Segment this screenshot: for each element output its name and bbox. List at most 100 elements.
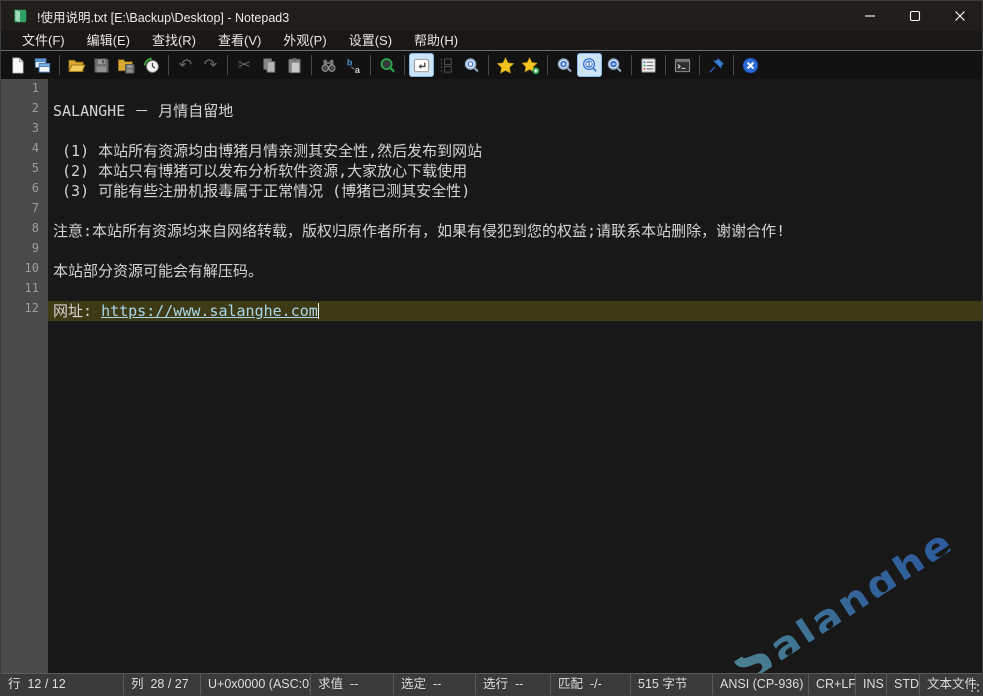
cut-scissors-icon: ✂: [238, 57, 251, 73]
text-line[interactable]: (3) 可能有些注册机报毒属于正常情况 (博猪已测其安全性): [48, 181, 982, 201]
line-number: 2: [1, 101, 48, 121]
window-controls: [847, 1, 982, 31]
text-line[interactable]: [48, 241, 982, 261]
text-line[interactable]: 注意:本站所有资源均来自网络转载，版权归原作者所有，如果有侵犯到您的权益;请联系…: [48, 221, 982, 241]
open-console-button[interactable]: [670, 53, 695, 77]
find-button[interactable]: [316, 53, 341, 77]
status-encoding[interactable]: ANSI (CP-936): [713, 674, 809, 695]
replace-button[interactable]: b a: [341, 53, 366, 77]
salanghe-watermark: Salanghe: [731, 526, 957, 673]
resize-grip[interactable]: [971, 684, 980, 693]
undo-button[interactable]: ↶: [173, 53, 198, 77]
save-as-icon: [117, 56, 136, 75]
console-icon: [673, 56, 692, 75]
text-line[interactable]: (1) 本站所有资源均由博猪月情亲测其安全性,然后发布到网站: [48, 141, 982, 161]
minimize-button[interactable]: [847, 1, 892, 31]
exit-button[interactable]: [738, 53, 763, 77]
notepad3-window: !使用说明.txt [E:\Backup\Desktop] - Notepad3…: [0, 0, 983, 696]
text-area[interactable]: SALANGHE － 月情自留地 (1) 本站所有资源均由博猪月情亲测其安全性,…: [48, 79, 982, 673]
menu-file[interactable]: 文件(F): [11, 31, 76, 50]
word-wrap-button[interactable]: [409, 53, 434, 77]
line-number: 6: [1, 181, 48, 201]
status-file-size[interactable]: 515 字节: [631, 674, 713, 695]
save-as-button[interactable]: [114, 53, 139, 77]
text-line[interactable]: SALANGHE － 月情自留地: [48, 101, 982, 121]
hyperlink[interactable]: https://www.salanghe.com: [101, 302, 318, 320]
title-bar[interactable]: !使用说明.txt [E:\Backup\Desktop] - Notepad3: [1, 1, 982, 31]
svg-text:1: 1: [587, 60, 591, 68]
pushpin-icon: [707, 56, 726, 75]
show-indent-guides-button[interactable]: [434, 53, 459, 77]
status-match-count[interactable]: 匹配 -/-: [551, 674, 631, 695]
close-button[interactable]: [937, 1, 982, 31]
toolbar-separator: [488, 55, 489, 75]
text-caret: [318, 303, 320, 319]
menu-appearance[interactable]: 外观(P): [272, 31, 337, 50]
open-file-button[interactable]: [64, 53, 89, 77]
pin-on-top-button[interactable]: [704, 53, 729, 77]
paste-button[interactable]: [282, 53, 307, 77]
toolbar-separator: [733, 55, 734, 75]
word-wrap-icon: [412, 56, 431, 75]
transparency-mode-button[interactable]: [375, 53, 400, 77]
menu-bar: 文件(F) 编辑(E) 查找(R) 查看(V) 外观(P) 设置(S) 帮助(H…: [1, 31, 982, 51]
menu-settings[interactable]: 设置(S): [338, 31, 403, 50]
zoom-reset-100-button[interactable]: 1: [577, 53, 602, 77]
menu-find[interactable]: 查找(R): [141, 31, 207, 50]
add-favorite-button[interactable]: [518, 53, 543, 77]
maximize-button[interactable]: [892, 1, 937, 31]
text-line[interactable]: (2) 本站只有博猪可以发布分析软件资源,大家放心下载使用: [48, 161, 982, 181]
minimize-icon: [864, 10, 876, 22]
status-column-position[interactable]: 列 28 / 27: [124, 674, 201, 695]
replace-icon: b a: [344, 56, 363, 75]
menu-edit[interactable]: 编辑(E): [76, 31, 141, 50]
text-line[interactable]: [48, 281, 982, 301]
open-folder-icon: [67, 56, 86, 75]
editor-area: 1 2 3 4 5 6 7 8 9 10 11 12 SALANGHE － 月情…: [1, 79, 982, 673]
recent-history-button[interactable]: [139, 53, 164, 77]
zoom-out-button[interactable]: [602, 53, 627, 77]
zoom-view-button[interactable]: [459, 53, 484, 77]
paste-clipboard-icon: [285, 56, 304, 75]
favorites-button[interactable]: [493, 53, 518, 77]
text-line[interactable]: [48, 201, 982, 221]
status-selected-lines[interactable]: 选行 --: [476, 674, 551, 695]
redo-button[interactable]: ↷: [198, 53, 223, 77]
line-number: 3: [1, 121, 48, 141]
cut-button[interactable]: ✂: [232, 53, 257, 77]
zoom-view-magnifier-icon: [462, 56, 481, 75]
status-eval[interactable]: 求值 --: [311, 674, 394, 695]
status-insert-mode[interactable]: INS: [856, 674, 887, 695]
text-line[interactable]: [48, 121, 982, 141]
new-file-button[interactable]: [5, 53, 30, 77]
status-eol-mode[interactable]: CR+LF: [809, 674, 856, 695]
status-file-type[interactable]: 文本文件: [920, 674, 982, 695]
save-icon: [92, 56, 111, 75]
current-text-line[interactable]: 网址: https://www.salanghe.com: [48, 301, 982, 321]
text-line[interactable]: [48, 81, 982, 101]
status-unicode-point[interactable]: U+0x0000 (ASC:0): [201, 674, 311, 695]
status-std-mode[interactable]: STD: [887, 674, 920, 695]
text-line[interactable]: 本站部分资源可能会有解压码。: [48, 261, 982, 281]
star-plus-icon: [521, 56, 540, 75]
toolbar-separator: [404, 55, 405, 75]
copy-button[interactable]: [257, 53, 282, 77]
line-number-gutter[interactable]: 1 2 3 4 5 6 7 8 9 10 11 12: [1, 79, 48, 673]
status-line-position[interactable]: 行 12 / 12: [1, 674, 124, 695]
close-icon: [954, 10, 966, 22]
zoom-in-icon: [555, 56, 574, 75]
menu-help[interactable]: 帮助(H): [403, 31, 469, 50]
new-window-button[interactable]: [30, 53, 55, 77]
exit-close-icon: [741, 56, 760, 75]
line-number: 7: [1, 201, 48, 221]
toolbar-separator: [370, 55, 371, 75]
toolbar-separator: [665, 55, 666, 75]
scheme-config-button[interactable]: [636, 53, 661, 77]
menu-view[interactable]: 查看(V): [207, 31, 272, 50]
status-selection[interactable]: 选定 --: [394, 674, 476, 695]
save-file-button[interactable]: [89, 53, 114, 77]
line-number: 8: [1, 221, 48, 241]
line-number: 12: [1, 301, 48, 321]
zoom-in-button[interactable]: [552, 53, 577, 77]
zoom-out-icon: [605, 56, 624, 75]
